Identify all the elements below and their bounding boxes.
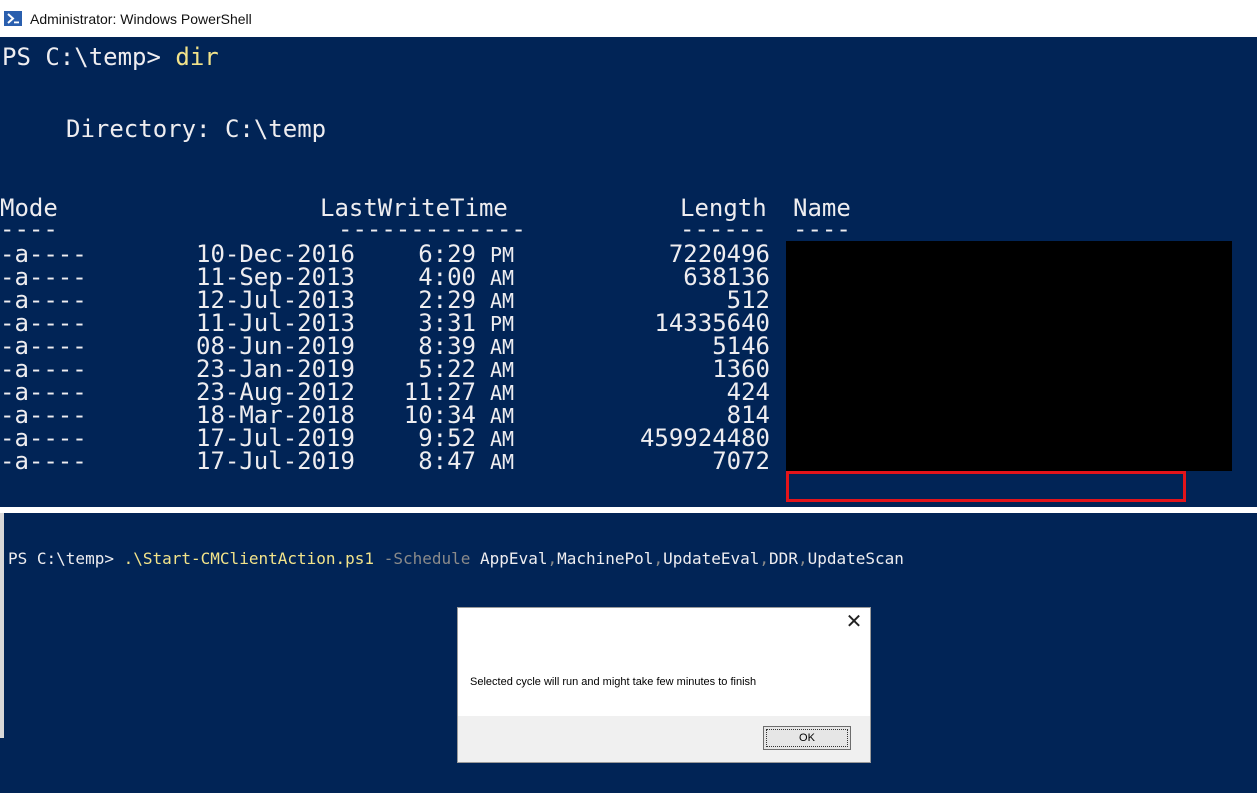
arg-separator: , xyxy=(797,549,808,568)
row-length-cell: 459924480 xyxy=(620,424,770,452)
close-icon[interactable]: ✕ xyxy=(844,612,864,632)
arg-separator: , xyxy=(759,549,770,568)
highlight-box xyxy=(786,471,1186,502)
prompt: PS C:\temp> xyxy=(8,549,124,568)
row-length-cell: 14335640 xyxy=(620,309,770,337)
directory-label: Directory: C:\temp xyxy=(66,115,327,143)
redacted-block xyxy=(786,241,1232,471)
row-length: 7072 xyxy=(712,447,770,475)
message-box: ✕ Selected cycle will run and might take… xyxy=(457,607,871,763)
schedule-arg: UpdateEval xyxy=(663,549,760,568)
param-name: -Schedule xyxy=(383,549,471,568)
row-length-cell: 1360 xyxy=(620,355,770,383)
script-name: .\Start-CMClientAction.ps1 xyxy=(123,549,375,568)
message-box-footer: OK xyxy=(458,716,870,762)
command: dir xyxy=(175,43,219,71)
title-bar: Administrator: Windows PowerShell xyxy=(0,0,1257,37)
underline-name: ---- xyxy=(793,215,851,243)
ok-button[interactable]: OK xyxy=(763,726,851,750)
row-length-cell: 5146 xyxy=(620,332,770,360)
command-line: PS C:\temp> .\Start-CMClientAction.ps1 -… xyxy=(8,549,904,568)
powershell-icon xyxy=(4,11,22,26)
arg-separator: , xyxy=(653,549,664,568)
schedule-arg: DDR xyxy=(769,549,798,568)
message-text: Selected cycle will run and might take f… xyxy=(470,676,757,688)
row-length-cell: 512 xyxy=(620,286,770,314)
prompt-line: PS C:\temp> dir xyxy=(2,43,219,71)
scrollbar-edge xyxy=(0,513,4,738)
window-title: Administrator: Windows PowerShell xyxy=(30,10,252,27)
row-ampm: AM xyxy=(490,450,515,474)
schedule-arg: AppEval xyxy=(480,549,548,568)
prompt: PS C:\temp> xyxy=(2,43,176,71)
underline-length: ------ xyxy=(680,215,767,243)
row-length-cell: 814 xyxy=(620,401,770,429)
underline-mode: ---- xyxy=(0,215,58,243)
schedule-arg: MachinePol xyxy=(557,549,654,568)
arg-separator: , xyxy=(547,549,558,568)
row-time: 8:47 xyxy=(418,447,476,475)
row-length-cell: 7220496 xyxy=(620,240,770,268)
row-length-cell: 638136 xyxy=(620,263,770,291)
row-length-cell: 7072 xyxy=(620,447,770,475)
param-args: AppEval,MachinePol,UpdateEval,DDR,Update… xyxy=(480,549,904,568)
table-header-underline: ---- ------------- ------ ---- xyxy=(0,215,900,243)
schedule-arg: UpdateScan xyxy=(807,549,904,568)
row-length-cell: 424 xyxy=(620,378,770,406)
underline-lastwritetime: ------------- xyxy=(338,215,526,243)
console-top[interactable]: PS C:\temp> dir Directory: C:\temp Mode … xyxy=(0,37,1257,507)
